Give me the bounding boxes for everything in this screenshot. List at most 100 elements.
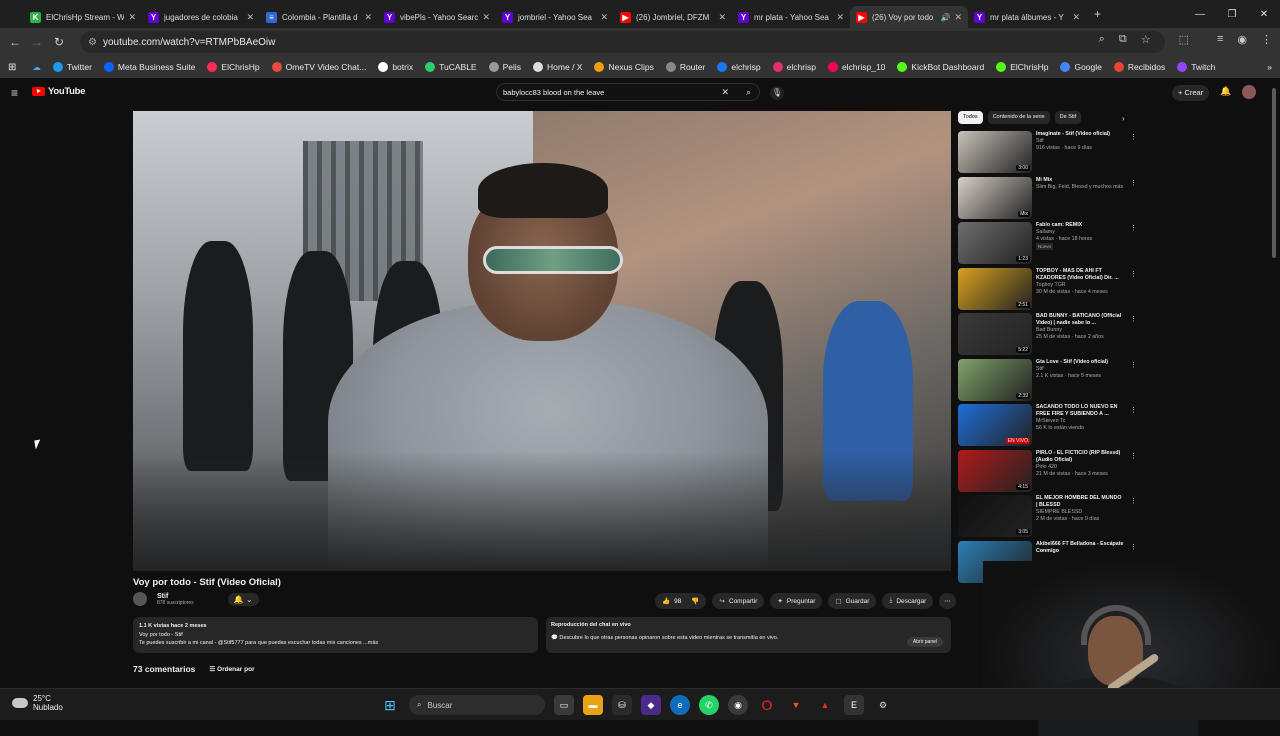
close-tab-icon[interactable]: ✕ [600, 12, 608, 23]
apps-icon[interactable]: ⊞ [8, 62, 16, 73]
bookmark-item[interactable]: Nexus Clips [594, 62, 654, 72]
recommended-video[interactable]: 2:51 TOPBOY - MÁS DE AHÍ FT KZADORES (Vid… [958, 267, 1138, 314]
windows-start-icon[interactable]: ⊞ [380, 695, 400, 715]
filter-chip[interactable]: Todos [958, 111, 983, 124]
bookmark-item[interactable]: Twitch [1177, 62, 1215, 72]
whatsapp-icon[interactable]: ✆ [699, 695, 719, 715]
epic-games-icon[interactable]: E [844, 695, 864, 715]
video-channel[interactable]: Sallamy [1036, 229, 1124, 236]
weather-widget[interactable]: 25°C Nublado [12, 694, 63, 712]
url-field[interactable]: ⚙ youtube.com/watch?v=RTMPbBAeOiw [80, 31, 1165, 53]
recommended-video[interactable]: 1:23 Fabio cam: REMIX Sallamy 4 vistas · ha… [958, 222, 1138, 268]
more-bookmarks-icon[interactable]: » [1267, 62, 1272, 72]
video-channel[interactable]: Stif [1036, 138, 1124, 145]
opera-icon[interactable]: O [757, 695, 777, 715]
recommended-video[interactable]: 3:00 Imaginate - Stif (Video oficial) Stif… [958, 131, 1138, 177]
browser-tab[interactable]: ▶ (26) Jombriel, DFZM ✕ [614, 6, 732, 28]
browser-tab[interactable]: ≡ Colombia - Plantilla d ✕ [260, 6, 378, 28]
bookmark-item[interactable]: Home / X [533, 62, 582, 72]
filter-chip[interactable]: De Stif [1054, 111, 1082, 124]
bookmark-item[interactable]: Recibidos [1113, 62, 1165, 72]
video-thumbnail[interactable]: 3:00 [958, 131, 1032, 173]
video-thumbnail[interactable]: 5:22 [958, 313, 1032, 355]
download-button[interactable]: ⤓ Descargar [882, 593, 934, 609]
menu-hamburger-icon[interactable]: ≡ [11, 86, 18, 100]
new-tab-button[interactable]: + [1094, 7, 1101, 21]
video-title[interactable]: EL MEJOR HOMBRE DEL MUNDO | BLESSD [1036, 495, 1124, 509]
video-thumbnail[interactable]: Mix [958, 176, 1032, 219]
more-options-icon[interactable]: ⋮ [1130, 497, 1137, 505]
video-thumbnail[interactable]: 2:51 [958, 267, 1032, 310]
close-tab-icon[interactable]: ✕ [128, 12, 136, 23]
browser-tab[interactable]: Ymr plata - Yahoo Sea ✕ [732, 6, 850, 28]
description-box[interactable]: 1.1 K vistas hace 2 meses Voy por todo -… [133, 617, 538, 653]
close-tab-icon[interactable]: ✕ [482, 12, 490, 23]
profile-icon[interactable]: ◉ [1237, 33, 1247, 46]
browser-tab[interactable]: ▶ (26) Voy por todo 🔊 ✕ [850, 6, 968, 28]
video-title[interactable]: Fabio cam: REMIX [1036, 222, 1124, 229]
bookmark-item[interactable]: elchrisp [717, 62, 761, 72]
taskbar-search[interactable]: ⌕ Buscar [409, 695, 545, 715]
video-channel[interactable]: SIEMPRE BLESSD [1036, 509, 1124, 516]
chrome-icon[interactable]: ◉ [728, 695, 748, 715]
video-title[interactable]: Imaginate - Stif (Video oficial) [1036, 131, 1124, 138]
open-panel-button[interactable]: Abrir panel [906, 637, 943, 647]
bookmark-item[interactable]: elchrisp [772, 62, 816, 72]
more-options-icon[interactable]: ⋮ [1130, 224, 1137, 232]
bookmark-item[interactable]: botrix [378, 62, 413, 72]
close-tab-icon[interactable]: ✕ [836, 12, 844, 23]
video-title[interactable]: TOPBOY - MÁS DE AHÍ FT KZADORES (Video O… [1036, 268, 1124, 282]
store-icon[interactable]: ⛁ [612, 695, 632, 715]
more-options-icon[interactable]: ⋮ [1130, 179, 1137, 187]
video-thumbnail[interactable]: EN VIVO [958, 404, 1032, 446]
speaker-icon[interactable]: 🔊 [940, 13, 950, 22]
video-channel[interactable]: Slim Big, Feid, Blessd y muchos más [1036, 184, 1124, 191]
video-title[interactable]: PIRLO - EL FICTICIO (RIP Blessd) (Audio … [1036, 450, 1124, 464]
browser-tab[interactable]: Ymr plata álbumes - Y ✕ [968, 6, 1086, 28]
close-window-button[interactable]: ✕ [1248, 0, 1280, 28]
extensions-icon[interactable]: ⬚ [1179, 33, 1189, 46]
file-explorer-icon[interactable]: ▬ [583, 695, 603, 715]
like-button[interactable]: 👍 98 👎 [655, 593, 707, 609]
account-avatar[interactable] [1242, 85, 1256, 99]
more-options-icon[interactable]: ⋮ [1130, 543, 1137, 551]
close-tab-icon[interactable]: ✕ [718, 12, 726, 23]
more-options-icon[interactable]: ⋮ [1130, 133, 1137, 141]
zoom-icon[interactable]: ⌕ [1099, 33, 1105, 46]
more-options-icon[interactable]: ⋮ [1130, 406, 1137, 414]
video-title[interactable]: BAD BUNNY - BATICANO (Official Video) | … [1036, 313, 1124, 327]
task-view-icon[interactable]: ▭ [554, 695, 574, 715]
channel-name[interactable]: Stif [157, 593, 194, 600]
video-channel[interactable]: Stif [1036, 366, 1124, 373]
browser-tab[interactable]: Yjombriel - Yahoo Sea ✕ [496, 6, 614, 28]
video-thumbnail[interactable]: 4:15 [958, 449, 1032, 492]
more-options-icon[interactable]: ⋮ [1130, 270, 1137, 278]
maximize-button[interactable]: ❐ [1216, 0, 1248, 28]
bookmark-item[interactable]: Pelis [488, 62, 521, 72]
notifications-bell-icon[interactable]: 🔔 [1220, 86, 1231, 97]
site-info-icon[interactable]: ⚙ [88, 37, 97, 48]
recommended-video[interactable]: Mix Mi Mix Slim Big, Feid, Blessd y muchos… [958, 176, 1138, 223]
save-button[interactable]: ▢ Guardar [828, 593, 877, 609]
reload-button[interactable]: ↻ [48, 35, 70, 49]
edge-icon[interactable]: e [670, 695, 690, 715]
more-options-icon[interactable]: ⋮ [1130, 361, 1137, 369]
browser-tab[interactable]: K ElChrisHp Stream - W ✕ [24, 6, 142, 28]
close-tab-icon[interactable]: ✕ [246, 12, 254, 23]
bookmark-item[interactable]: TuCABLE [425, 62, 477, 72]
bookmark-item[interactable]: Google [1060, 62, 1102, 72]
channel-avatar[interactable] [133, 592, 147, 606]
browser-tab[interactable]: YvibePls - Yahoo Searc ✕ [378, 6, 496, 28]
video-player[interactable] [133, 111, 951, 571]
video-channel[interactable]: Pirlo 420 [1036, 464, 1124, 471]
search-icon[interactable]: ⌕ [746, 87, 751, 98]
recommended-video[interactable]: 2:39 Gta Love - Stif (Video oficial) Stif 2… [958, 358, 1138, 405]
sort-comments-button[interactable]: ☰ Ordenar por [209, 665, 254, 673]
bookmark-item[interactable]: elchrisp_10 [827, 62, 885, 72]
video-channel[interactable]: Bad Bunny [1036, 327, 1124, 334]
reading-list-icon[interactable]: ≡ [1217, 33, 1223, 46]
search-input[interactable]: babylocc83 blood on the leave ✕ ⌕ [496, 83, 760, 101]
recommended-video[interactable]: 4:15 PIRLO - EL FICTICIO (RIP Blessd) (Au… [958, 449, 1138, 496]
more-options-icon[interactable]: ⋮ [1130, 315, 1137, 323]
close-tab-icon[interactable]: ✕ [1072, 12, 1080, 23]
